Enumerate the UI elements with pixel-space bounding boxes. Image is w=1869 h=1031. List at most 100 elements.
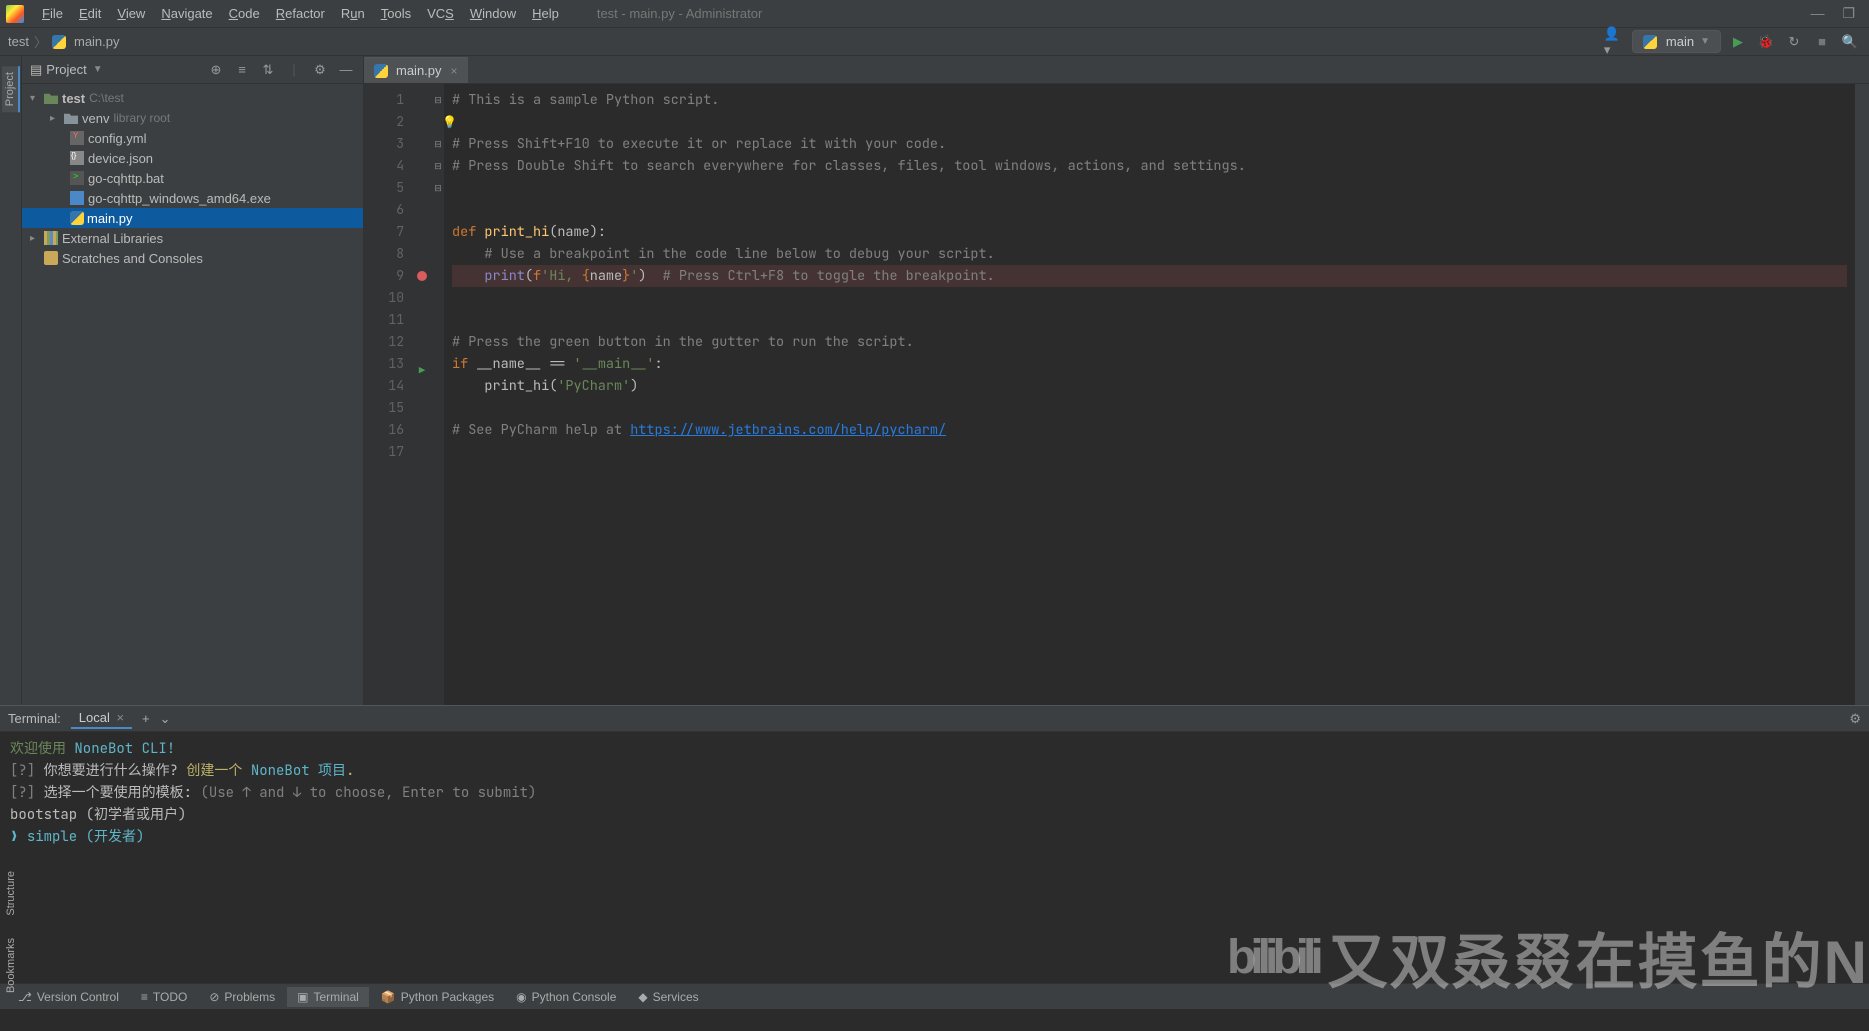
terminal-output[interactable]: 欢迎使用 NoneBot CLI! [?] 你想要进行什么操作? 创建一个 No… [0,732,1869,983]
terminal-icon: ▣ [297,990,308,1004]
add-user-button[interactable]: 👤▾ [1604,31,1626,53]
bat-icon [70,171,84,185]
menu-code[interactable]: Code [221,2,268,25]
fold-column[interactable]: ⊟💡⊟⊟⊟ [432,84,444,705]
bulb-icon[interactable]: 💡 [442,111,454,133]
chevron-down-icon[interactable]: ▼ [93,64,103,75]
menu-help[interactable]: Help [524,2,567,25]
console-icon: ◉ [516,990,526,1004]
tree-root[interactable]: ▾ test C:\test [22,88,363,108]
tool-python-console[interactable]: ◉Python Console [506,987,626,1007]
code-editor[interactable]: # This is a sample Python script. # Pres… [444,84,1855,705]
chevron-right-icon[interactable]: ▸ [50,113,64,124]
menu-vcs[interactable]: VCS [419,2,462,25]
tab-structure[interactable]: Structure [3,865,19,922]
window-title: test - main.py - Administrator [597,6,762,21]
tree-external-libs[interactable]: ▸ External Libraries [22,228,363,248]
tool-python-packages[interactable]: 📦Python Packages [371,987,504,1007]
exe-icon [70,191,84,205]
left-strip-bottom: Bookmarks Structure [0,865,22,1005]
gear-icon[interactable]: ⚙ [1849,711,1861,727]
tree-file[interactable]: config.yml [22,128,363,148]
minimize-icon[interactable]: — [1810,5,1824,22]
tree-scratches[interactable]: Scratches and Consoles [22,248,363,268]
search-button[interactable]: 🔍 [1839,31,1861,53]
bottom-tool-bar: ⎇Version Control ≡TODO ⊘Problems ▣Termin… [0,983,1869,1009]
line-numbers: 1234567891011121314151617 [364,84,412,705]
terminal-title: Terminal: [8,711,61,726]
scratch-icon [44,251,58,265]
todo-icon: ≡ [141,990,148,1004]
python-file-icon [70,211,84,225]
terminal-tab[interactable]: Local × [71,708,132,729]
folder-icon [44,92,58,104]
tool-problems[interactable]: ⊘Problems [199,987,285,1007]
menubar: File Edit View Navigate Code Refactor Ru… [0,0,1869,28]
chevron-right-icon[interactable]: ▸ [30,233,44,244]
project-tool-icon: ▤ [30,62,42,78]
json-icon [70,151,84,165]
tree-file[interactable]: go-cqhttp.bat [22,168,363,188]
python-file-icon [374,64,388,78]
run-config-name: main [1666,34,1694,49]
chevron-down-icon: ▼ [1700,36,1710,47]
collapse-icon[interactable]: ⇅ [259,61,277,79]
menu-tools[interactable]: Tools [373,2,419,25]
locate-icon[interactable]: ⊕ [207,61,225,79]
editor-scrollbar[interactable] [1855,84,1869,705]
navigation-bar: test 〉 main.py 👤▾ main ▼ ▶ 🐞 ↻ ■ 🔍 [0,28,1869,56]
run-gutter-icon[interactable]: ▶ [412,359,432,381]
editor-tab[interactable]: main.py × [364,57,468,83]
tab-bookmarks[interactable]: Bookmarks [3,932,19,999]
run-button[interactable]: ▶ [1727,31,1749,53]
menu-view[interactable]: View [109,2,153,25]
menu-navigate[interactable]: Navigate [153,2,220,25]
tool-services[interactable]: ◆Services [628,987,708,1007]
breadcrumb[interactable]: test 〉 main.py [8,32,120,51]
tree-venv[interactable]: ▸ venv library root [22,108,363,128]
tree-file-selected[interactable]: main.py [22,208,363,228]
menu-window[interactable]: Window [462,2,524,25]
gear-icon[interactable]: ⚙ [311,61,329,79]
breadcrumb-file[interactable]: main.py [74,34,120,49]
tool-todo[interactable]: ≡TODO [131,987,197,1007]
yml-icon [70,131,84,145]
breadcrumb-root[interactable]: test [8,34,29,49]
coverage-button[interactable]: ↻ [1783,31,1805,53]
sidebar-title: ▤ Project ▼ [30,62,103,78]
debug-button[interactable]: 🐞 [1755,31,1777,53]
divider-icon: | [285,61,303,79]
close-icon[interactable]: × [113,710,124,725]
tab-project[interactable]: Project [2,66,20,112]
library-icon [44,231,58,245]
breakpoint-icon[interactable] [417,271,427,281]
menu-edit[interactable]: Edit [71,2,109,25]
chevron-down-icon[interactable]: ▾ [30,93,44,104]
project-sidebar: ▤ Project ▼ ⊕ ≡ ⇅ | ⚙ — ▾ test C:\test ▸ [22,56,364,705]
menu-refactor[interactable]: Refactor [268,2,333,25]
left-tool-strip: Project [0,56,22,705]
terminal-panel: Terminal: Local × + ⌄ ⚙ 欢迎使用 NoneBot CLI… [0,705,1869,983]
folder-icon [64,112,78,124]
tool-version-control[interactable]: ⎇Version Control [8,987,129,1007]
menu-file[interactable]: File [34,2,71,25]
add-terminal-icon[interactable]: + [142,711,150,727]
problems-icon: ⊘ [209,990,219,1004]
tool-terminal[interactable]: ▣Terminal [287,987,369,1007]
breadcrumb-separator: 〉 [34,32,47,51]
expand-icon[interactable]: ≡ [233,61,251,79]
run-config-selector[interactable]: main ▼ [1632,30,1721,53]
maximize-icon[interactable]: ❐ [1842,5,1855,22]
tree-file[interactable]: go-cqhttp_windows_amd64.exe [22,188,363,208]
close-icon[interactable]: × [451,64,458,78]
app-logo-icon [6,5,24,23]
tree-file[interactable]: device.json [22,148,363,168]
gutter[interactable]: ▶ [412,84,432,705]
python-icon [1643,35,1657,49]
services-icon: ◆ [638,990,647,1004]
menu-run[interactable]: Run [333,2,373,25]
chevron-down-icon[interactable]: ⌄ [160,711,171,727]
stop-button[interactable]: ■ [1811,31,1833,53]
hide-icon[interactable]: — [337,61,355,79]
project-tree: ▾ test C:\test ▸ venv library root confi… [22,84,363,705]
